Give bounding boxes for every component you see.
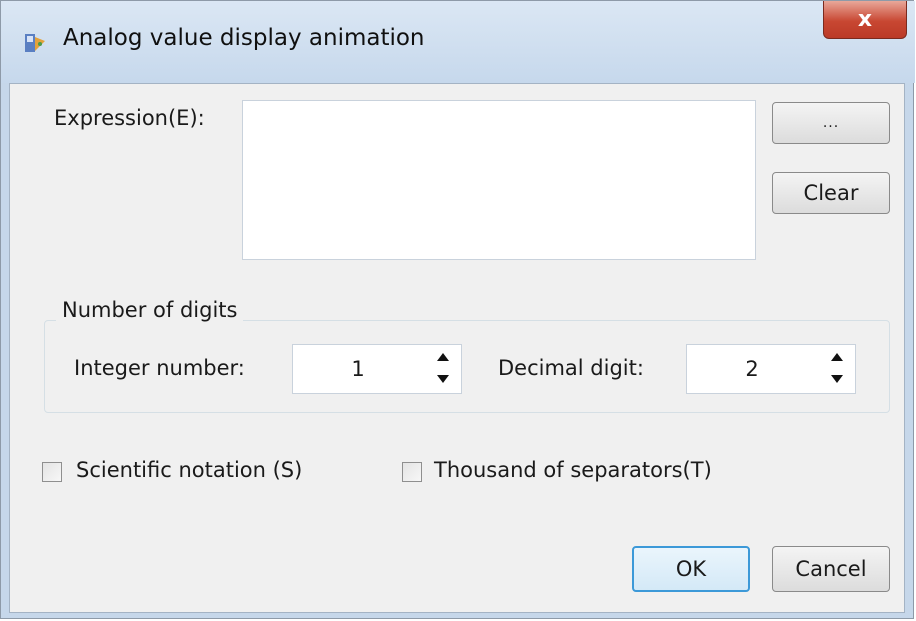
ok-button[interactable]: OK: [632, 546, 750, 592]
expression-label: Expression(E):: [54, 106, 205, 130]
spin-up-icon[interactable]: [437, 353, 449, 361]
decimal-digit-label: Decimal digit:: [498, 356, 644, 380]
thousand-separators-checkbox[interactable]: [402, 462, 422, 482]
decimal-spin-arrows[interactable]: [827, 349, 849, 389]
clear-button-label: Clear: [803, 181, 859, 205]
close-button[interactable]: x: [823, 1, 907, 39]
integer-number-value[interactable]: 1: [293, 345, 423, 393]
browse-button-label: ...: [822, 115, 840, 131]
clear-button[interactable]: Clear: [772, 172, 890, 214]
title-bar[interactable]: Analog value display animation x: [1, 1, 915, 83]
ok-button-label: OK: [675, 557, 707, 581]
cancel-button[interactable]: Cancel: [772, 546, 890, 592]
decimal-digit-value[interactable]: 2: [687, 345, 817, 393]
browse-button[interactable]: ...: [772, 102, 890, 144]
scientific-notation-checkbox[interactable]: [42, 462, 62, 482]
dialog-window: Analog value display animation x Express…: [0, 0, 915, 619]
scientific-notation-label[interactable]: Scientific notation (S): [76, 458, 302, 482]
cancel-button-label: Cancel: [795, 557, 867, 581]
integer-spin-arrows[interactable]: [433, 349, 455, 389]
integer-number-label: Integer number:: [74, 356, 245, 380]
spin-down-icon[interactable]: [831, 375, 843, 383]
dialog-body: Expression(E): ... Clear Number of digit…: [9, 83, 905, 613]
app-icon: [23, 31, 47, 55]
decimal-digit-spinbox[interactable]: 2: [686, 344, 856, 394]
spin-up-icon[interactable]: [831, 353, 843, 361]
expression-input[interactable]: [242, 100, 756, 260]
digits-group-title: Number of digits: [56, 298, 244, 322]
thousand-separators-label[interactable]: Thousand of separators(T): [434, 458, 712, 482]
integer-number-spinbox[interactable]: 1: [292, 344, 462, 394]
window-title: Analog value display animation: [63, 25, 425, 51]
close-icon: x: [857, 7, 873, 32]
spin-down-icon[interactable]: [437, 375, 449, 383]
